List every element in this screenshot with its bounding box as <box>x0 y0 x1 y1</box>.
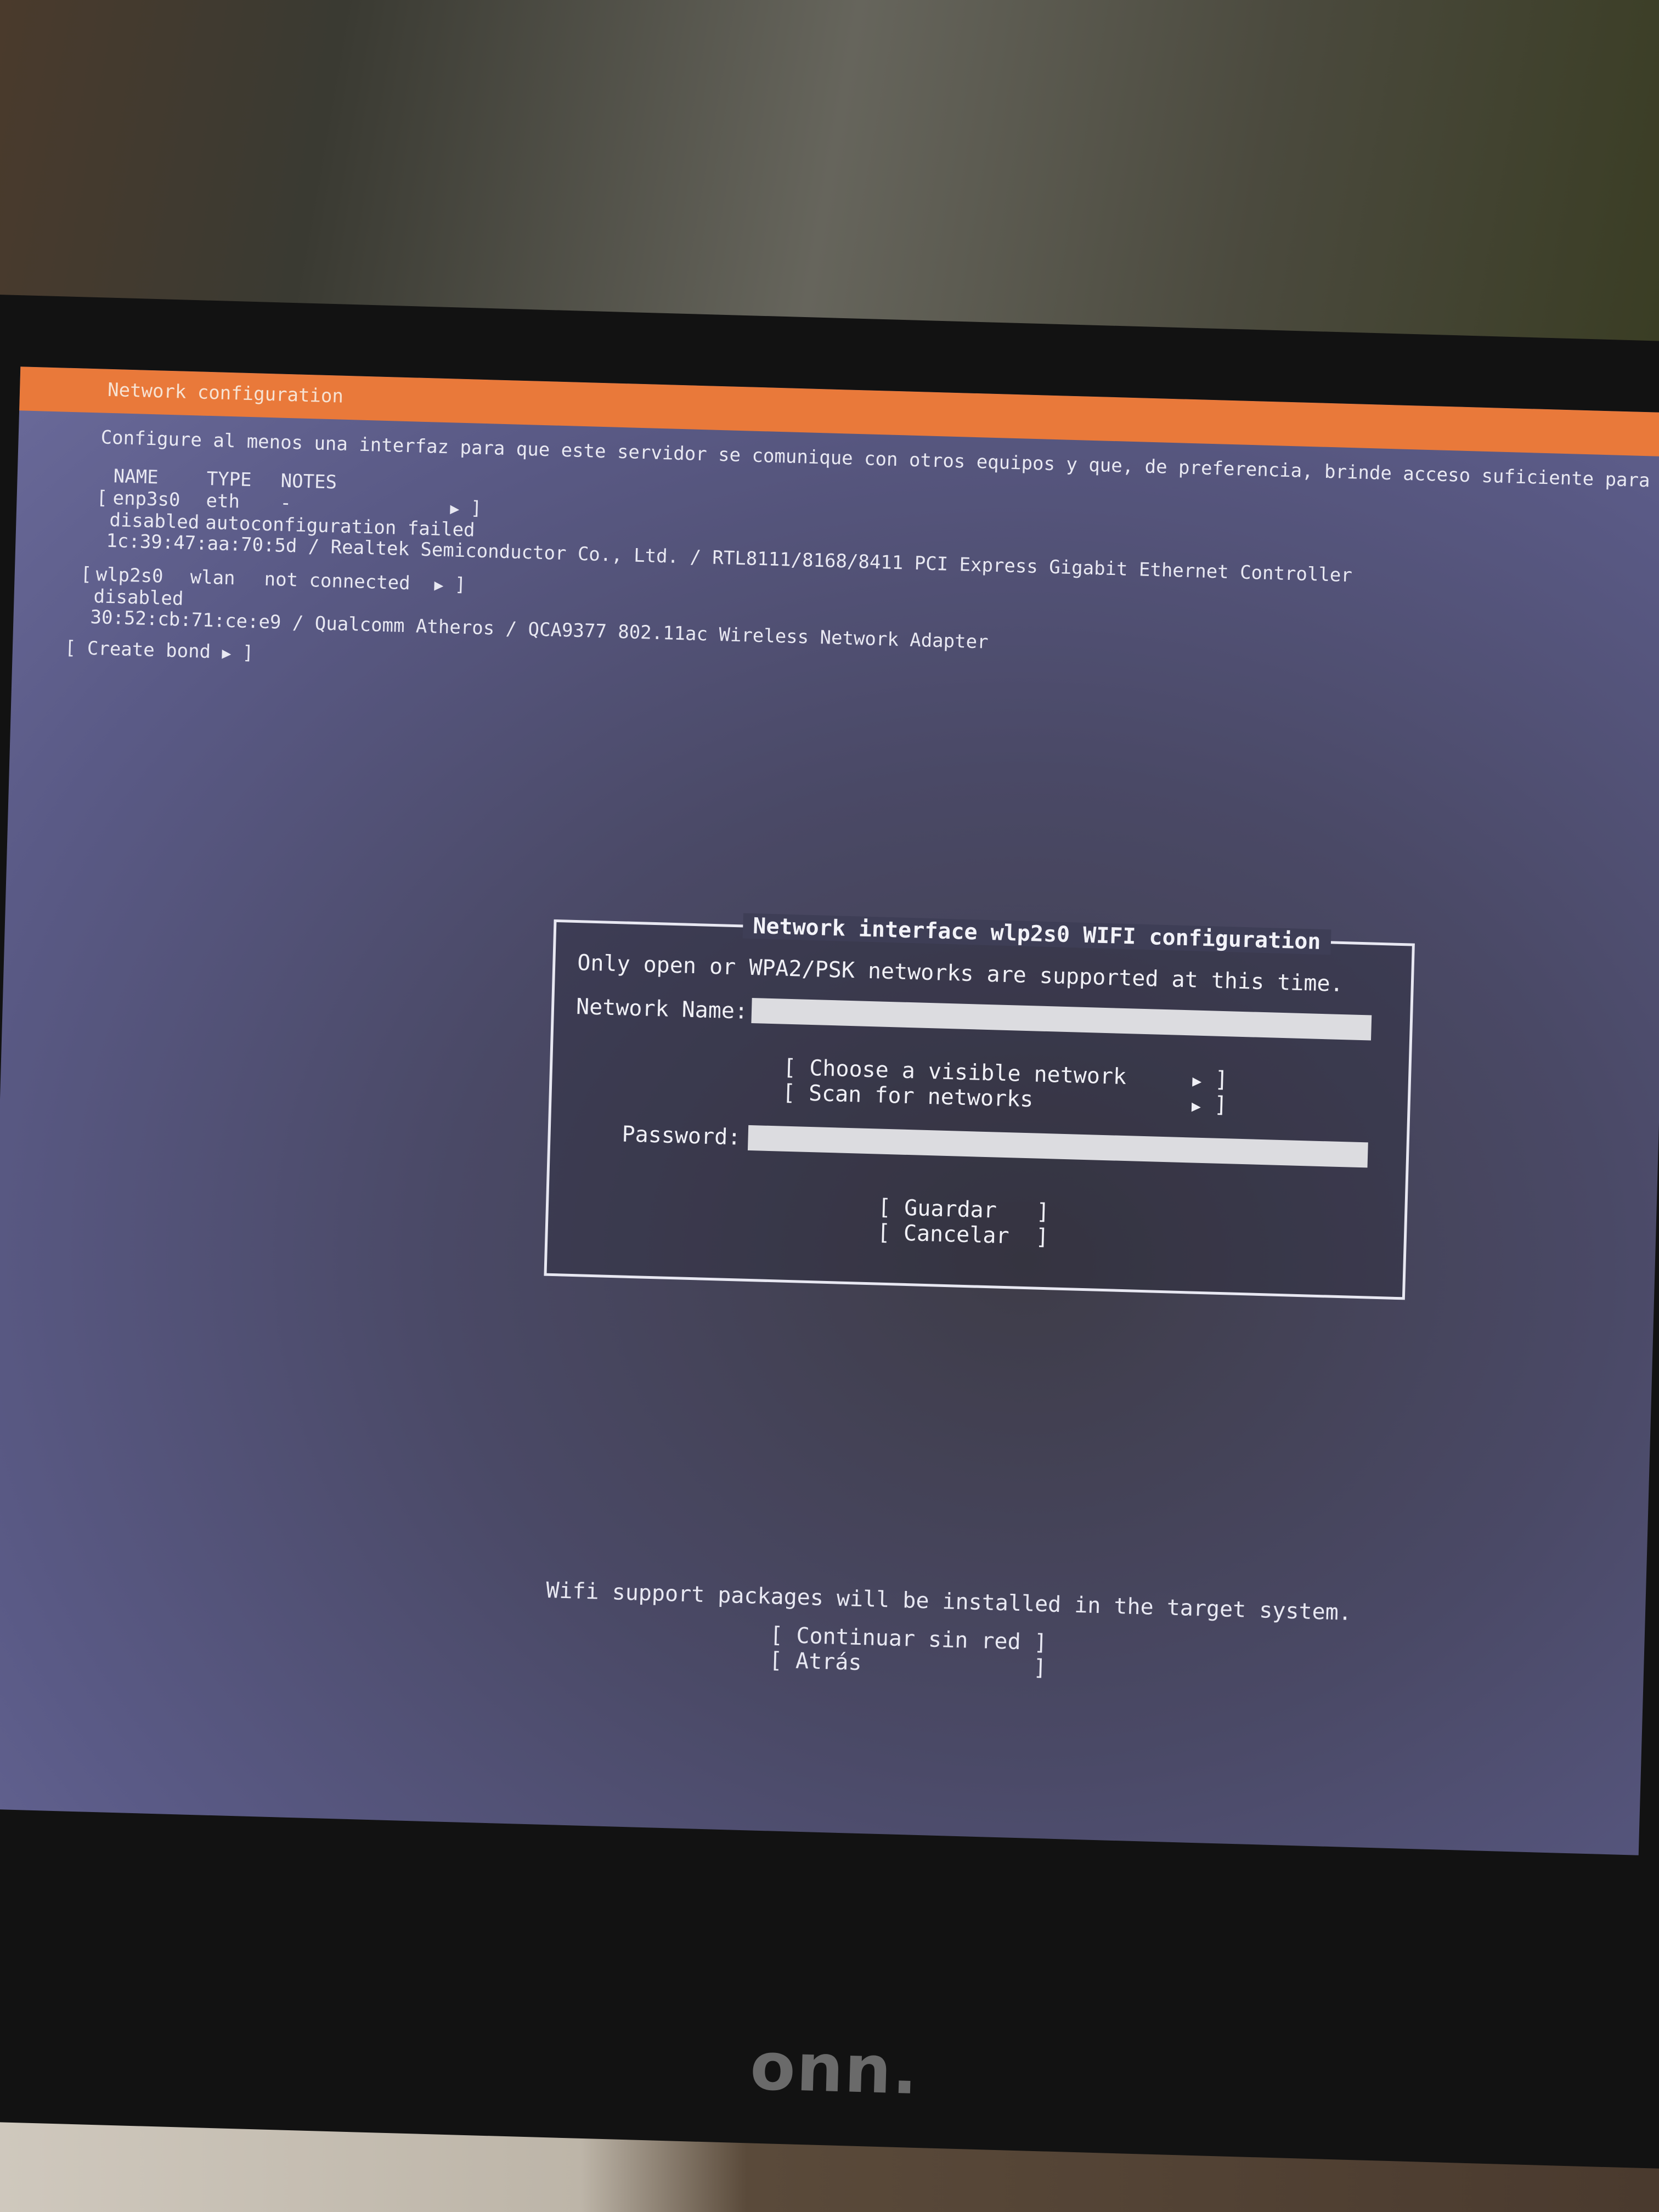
create-bond-button[interactable]: [ Create bond ▶ ] <box>64 637 253 664</box>
column-header-notes: NOTES <box>280 470 337 494</box>
interface-type: wlan <box>190 566 236 590</box>
installer-screen: Network configuration Configure al menos… <box>0 366 1659 1855</box>
triangle-right-icon: ▶ <box>434 575 444 594</box>
interface-notes: - <box>279 492 292 515</box>
triangle-right-icon: ▶ <box>1192 1071 1202 1090</box>
row-menu-arrow[interactable]: ▶ ] <box>450 496 482 520</box>
monitor-brand-logo: onn. <box>749 2028 920 2110</box>
save-label: Guardar <box>904 1195 997 1223</box>
interface-name: enp3s0 <box>112 487 181 511</box>
page-title: Network configuration <box>107 379 344 408</box>
password-label: Password: <box>622 1121 741 1150</box>
triangle-right-icon: ▶ <box>1191 1097 1201 1115</box>
back-label: Atrás <box>795 1648 862 1676</box>
triangle-right-icon: ▶ <box>222 644 232 663</box>
dialog-subtitle: Only open or WPA2/PSK networks are suppo… <box>577 950 1344 997</box>
row-open-bracket: [ <box>80 563 92 586</box>
row-menu-arrow[interactable]: ▶ ] <box>434 573 466 596</box>
cancel-button[interactable]: [ Cancelar ] <box>877 1220 1049 1250</box>
interface-type: eth <box>206 489 240 513</box>
dialog-title: Network interface wlp2s0 WIFI configurat… <box>742 913 1331 955</box>
triangle-right-icon: ▶ <box>449 499 460 518</box>
cancel-label: Cancelar <box>903 1220 1010 1249</box>
network-name-label: Network Name: <box>575 994 748 1024</box>
interface-notes: not connected <box>264 568 411 595</box>
column-header-type: TYPE <box>206 467 252 492</box>
password-input[interactable] <box>747 1125 1368 1168</box>
network-name-input[interactable] <box>751 997 1372 1041</box>
row-open-bracket: [ <box>96 487 108 509</box>
column-header-name: NAME <box>113 465 159 489</box>
interface-name: wlp2s0 <box>95 563 164 588</box>
room-background-top <box>0 0 1659 351</box>
create-bond-label: Create bond <box>87 637 211 663</box>
wifi-config-dialog: Network interface wlp2s0 WIFI configurat… <box>544 913 1415 1300</box>
wifi-support-note: Wifi support packages will be installed … <box>545 1577 1352 1626</box>
